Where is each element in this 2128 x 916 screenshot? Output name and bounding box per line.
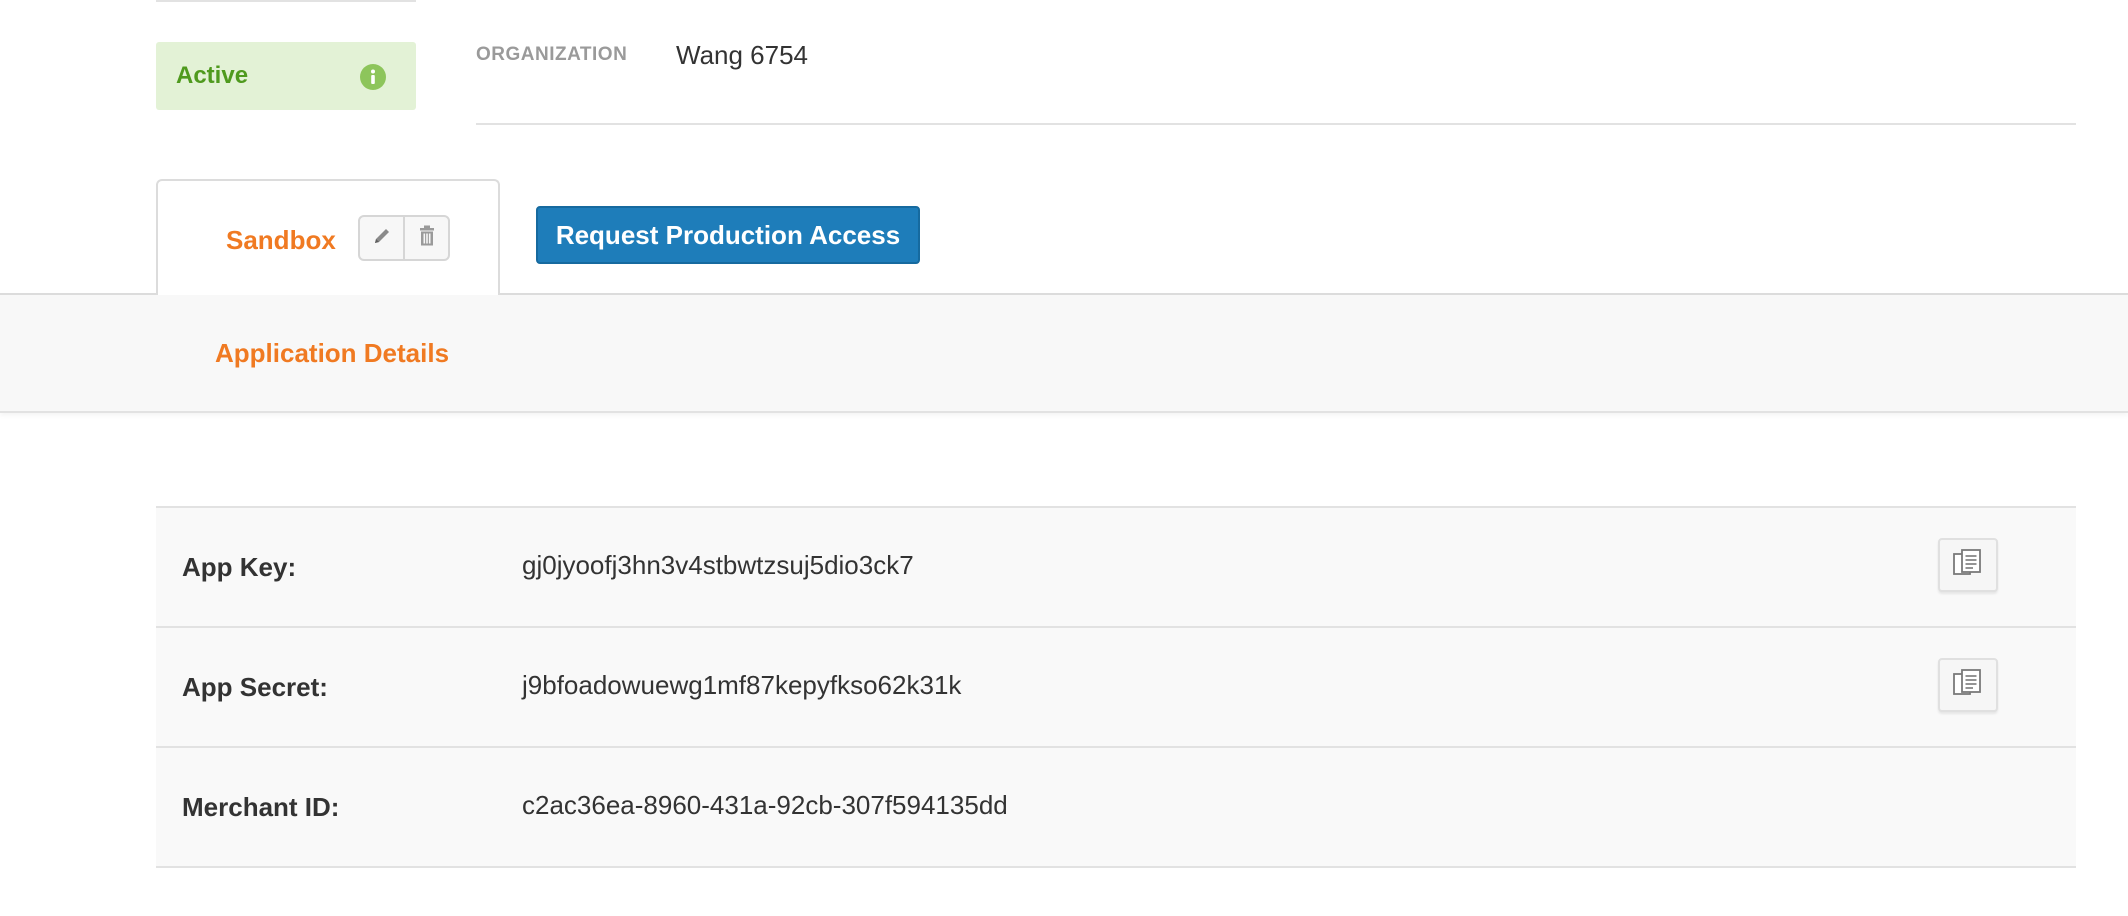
- tab-actions: [358, 215, 450, 261]
- row-value: gj0jyoofj3hn3v4stbwtzsuj5dio3ck7: [522, 550, 914, 580]
- row-label: App Secret:: [182, 672, 328, 702]
- table-row-app-secret: App Secret: j9bfoadowuewg1mf87kepyfkso62…: [156, 628, 2076, 748]
- organization-label: ORGANIZATION: [476, 44, 628, 65]
- top-divider: [156, 0, 416, 2]
- edit-tab-button[interactable]: [360, 217, 403, 259]
- table-row-app-key: App Key: gj0jyoofj3hn3v4stbwtzsuj5dio3ck…: [156, 508, 2076, 628]
- copy-app-key-button[interactable]: [1938, 538, 1998, 592]
- row-value: j9bfoadowuewg1mf87kepyfkso62k31k: [522, 670, 962, 700]
- row-label: Merchant ID:: [182, 792, 340, 822]
- row-value: c2ac36ea-8960-431a-92cb-307f594135dd: [522, 790, 1008, 820]
- info-icon[interactable]: [360, 64, 386, 90]
- organization-divider: [476, 123, 2076, 125]
- details-table: App Key: gj0jyoofj3hn3v4stbwtzsuj5dio3ck…: [156, 506, 2076, 868]
- copy-icon: [1951, 668, 1985, 703]
- tab-sandbox[interactable]: Sandbox: [156, 179, 500, 295]
- copy-icon: [1951, 548, 1985, 583]
- table-row-merchant-id: Merchant ID: c2ac36ea-8960-431a-92cb-307…: [156, 748, 2076, 868]
- delete-tab-button[interactable]: [403, 217, 448, 259]
- pencil-icon: [371, 225, 393, 252]
- app-page: Active ORGANIZATION Wang 6754 Sandbox Re…: [0, 0, 2128, 916]
- subnav-bar: Application Details: [0, 295, 2128, 413]
- status-badge: Active: [156, 42, 416, 110]
- organization-value: Wang 6754: [676, 40, 809, 70]
- tab-sandbox-label: Sandbox: [226, 225, 336, 255]
- request-production-access-button[interactable]: Request Production Access: [536, 206, 920, 264]
- trash-icon: [416, 224, 438, 253]
- status-label: Active: [176, 62, 249, 89]
- row-label: App Key:: [182, 552, 297, 582]
- subnav-item-application-details[interactable]: Application Details: [215, 337, 449, 369]
- copy-app-secret-button[interactable]: [1938, 658, 1998, 712]
